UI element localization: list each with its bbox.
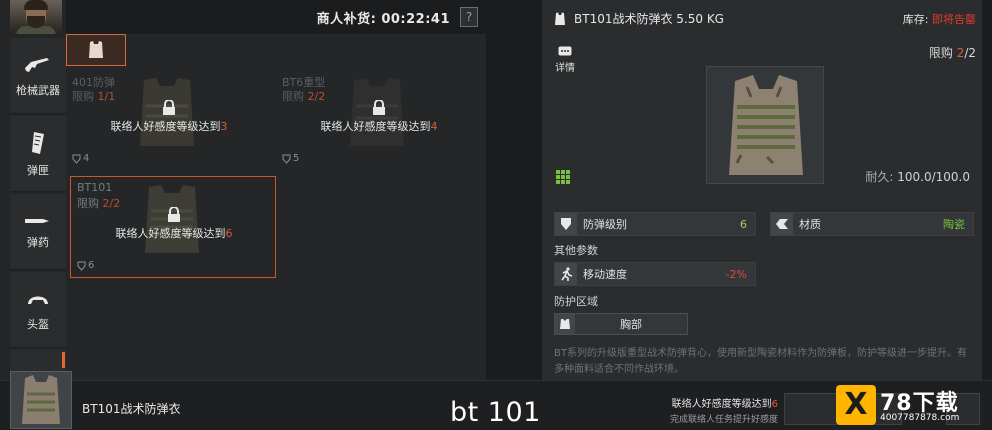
vest-icon xyxy=(89,41,103,58)
armor-level-badge: 4 xyxy=(72,153,89,164)
selected-item-thumb xyxy=(10,371,72,429)
torso-icon xyxy=(560,319,570,329)
merchant-header: 商人补货: 00:22:41 ? xyxy=(66,0,486,34)
goods-card-bt101[interactable]: BT101 限购 2/2 联络人好感度等级达到6 6 xyxy=(70,176,276,278)
durability: 耐久: 100.0/100.0 xyxy=(865,170,970,184)
stat-label: 移动速度 xyxy=(583,268,627,281)
item-preview xyxy=(706,66,824,184)
shield-icon xyxy=(77,261,86,271)
unlock-requirement: 联络人好感度等级达到6 xyxy=(115,227,233,240)
purchase-requirement: 联络人好感度等级达到6 完成联络人任务提升好感度 xyxy=(669,399,778,425)
stat-label: 材质 xyxy=(799,218,821,231)
watermark-url: 4007787878.com xyxy=(880,413,960,423)
details-button[interactable]: 详情 xyxy=(554,46,576,74)
sidebar-item-magazines[interactable]: 弹匣 xyxy=(10,116,66,192)
running-icon xyxy=(561,267,573,281)
card-limit: 限购 1/1 xyxy=(72,90,116,103)
sidebar-item-weapons[interactable]: 枪械武器 xyxy=(10,38,66,114)
goods-grid: 401防弹 限购 1/1 联络人好感度等级达到3 4 BT6重型 限购 2/2 … xyxy=(66,34,486,380)
grid-size-icon xyxy=(556,170,570,184)
restock-timer: 商人补货: 00:22:41 xyxy=(316,12,450,27)
card-name: BT101 xyxy=(77,181,113,194)
goods-card-401[interactable]: 401防弹 限购 1/1 联络人好感度等级达到3 4 xyxy=(66,70,272,170)
stat-material: 材质 陶瓷 xyxy=(770,212,974,236)
lock-icon xyxy=(168,207,180,222)
stat-armor-class: 防弹级别 6 xyxy=(554,212,756,236)
vest-image xyxy=(729,75,803,175)
shield-icon xyxy=(561,218,571,230)
armor-level-badge: 5 xyxy=(282,153,299,164)
protection-area-chest: 胸部 xyxy=(554,313,688,335)
unlock-requirement: 联络人好感度等级达到3 xyxy=(110,120,228,133)
card-limit: 限购 2/2 xyxy=(282,90,326,103)
vest-image xyxy=(22,375,60,424)
armor-level-badge: 6 xyxy=(77,260,94,271)
purchase-bar: BT101战术防弹衣 bt 101 联络人好感度等级达到6 完成联络人任务提升好… xyxy=(0,371,992,430)
message-icon xyxy=(558,46,572,56)
video-caption: bt 101 xyxy=(450,397,541,428)
details-label: 详情 xyxy=(555,63,575,74)
sidebar-item-helmets[interactable]: 头盔 xyxy=(10,272,66,348)
item-detail-panel: BT101战术防弹衣 5.50 KG 库存: 即将告罄 详情 限购 2/2 耐久… xyxy=(542,0,982,380)
protection-area-heading: 防护区域 xyxy=(554,295,598,308)
help-button[interactable]: ? xyxy=(460,7,478,27)
stat-value: 陶瓷 xyxy=(943,218,965,231)
stock-status: 库存: 即将告罄 xyxy=(902,13,976,26)
item-title: BT101战术防弹衣 5.50 KG xyxy=(554,10,724,27)
stat-label: 防弹级别 xyxy=(583,218,627,231)
sidebar-item-label: 枪械武器 xyxy=(16,83,60,97)
item-description: BT系列的升级版重型战术防弹背心，使用新型陶瓷材料作为防弹板，防护等级进一步提升… xyxy=(554,348,967,375)
purchase-limit: 限购 2/2 xyxy=(928,46,976,60)
vest-icon xyxy=(555,12,565,25)
magazine-icon xyxy=(32,131,44,154)
lock-icon xyxy=(373,100,385,115)
avatar[interactable] xyxy=(10,0,62,34)
goods-card-bt6[interactable]: BT6重型 限购 2/2 联络人好感度等级达到4 5 xyxy=(276,70,482,170)
material-icon xyxy=(776,219,788,229)
sidebar-item-label: 头盔 xyxy=(27,317,49,331)
shield-icon xyxy=(72,154,81,164)
rifle-icon xyxy=(25,57,49,72)
lock-icon xyxy=(163,100,175,115)
scroll-indicator xyxy=(62,352,65,368)
stat-move-speed: 移动速度 -2% xyxy=(554,262,756,286)
other-params-heading: 其他参数 xyxy=(554,244,598,257)
selected-item-name: BT101战术防弹衣 xyxy=(82,402,181,416)
shield-icon xyxy=(282,154,291,164)
sidebar-item-label: 弹匣 xyxy=(27,163,49,177)
stat-value: -2% xyxy=(725,267,747,281)
sidebar-item-ammo[interactable]: 弹药 xyxy=(10,194,66,270)
watermark-logo: X xyxy=(836,385,876,425)
helmet-icon xyxy=(28,296,48,304)
category-sidebar: 枪械武器 弹匣 弹药 头盔 xyxy=(0,0,66,430)
bullet-icon xyxy=(25,218,49,223)
site-watermark: X 78下载 4007787878.com xyxy=(836,385,986,429)
card-limit: 限购 2/2 xyxy=(77,197,121,210)
stat-value: 6 xyxy=(740,217,747,231)
category-thumb-vests[interactable] xyxy=(66,34,126,66)
unlock-requirement: 联络人好感度等级达到4 xyxy=(320,120,438,133)
sidebar-item-label: 弹药 xyxy=(27,235,49,249)
